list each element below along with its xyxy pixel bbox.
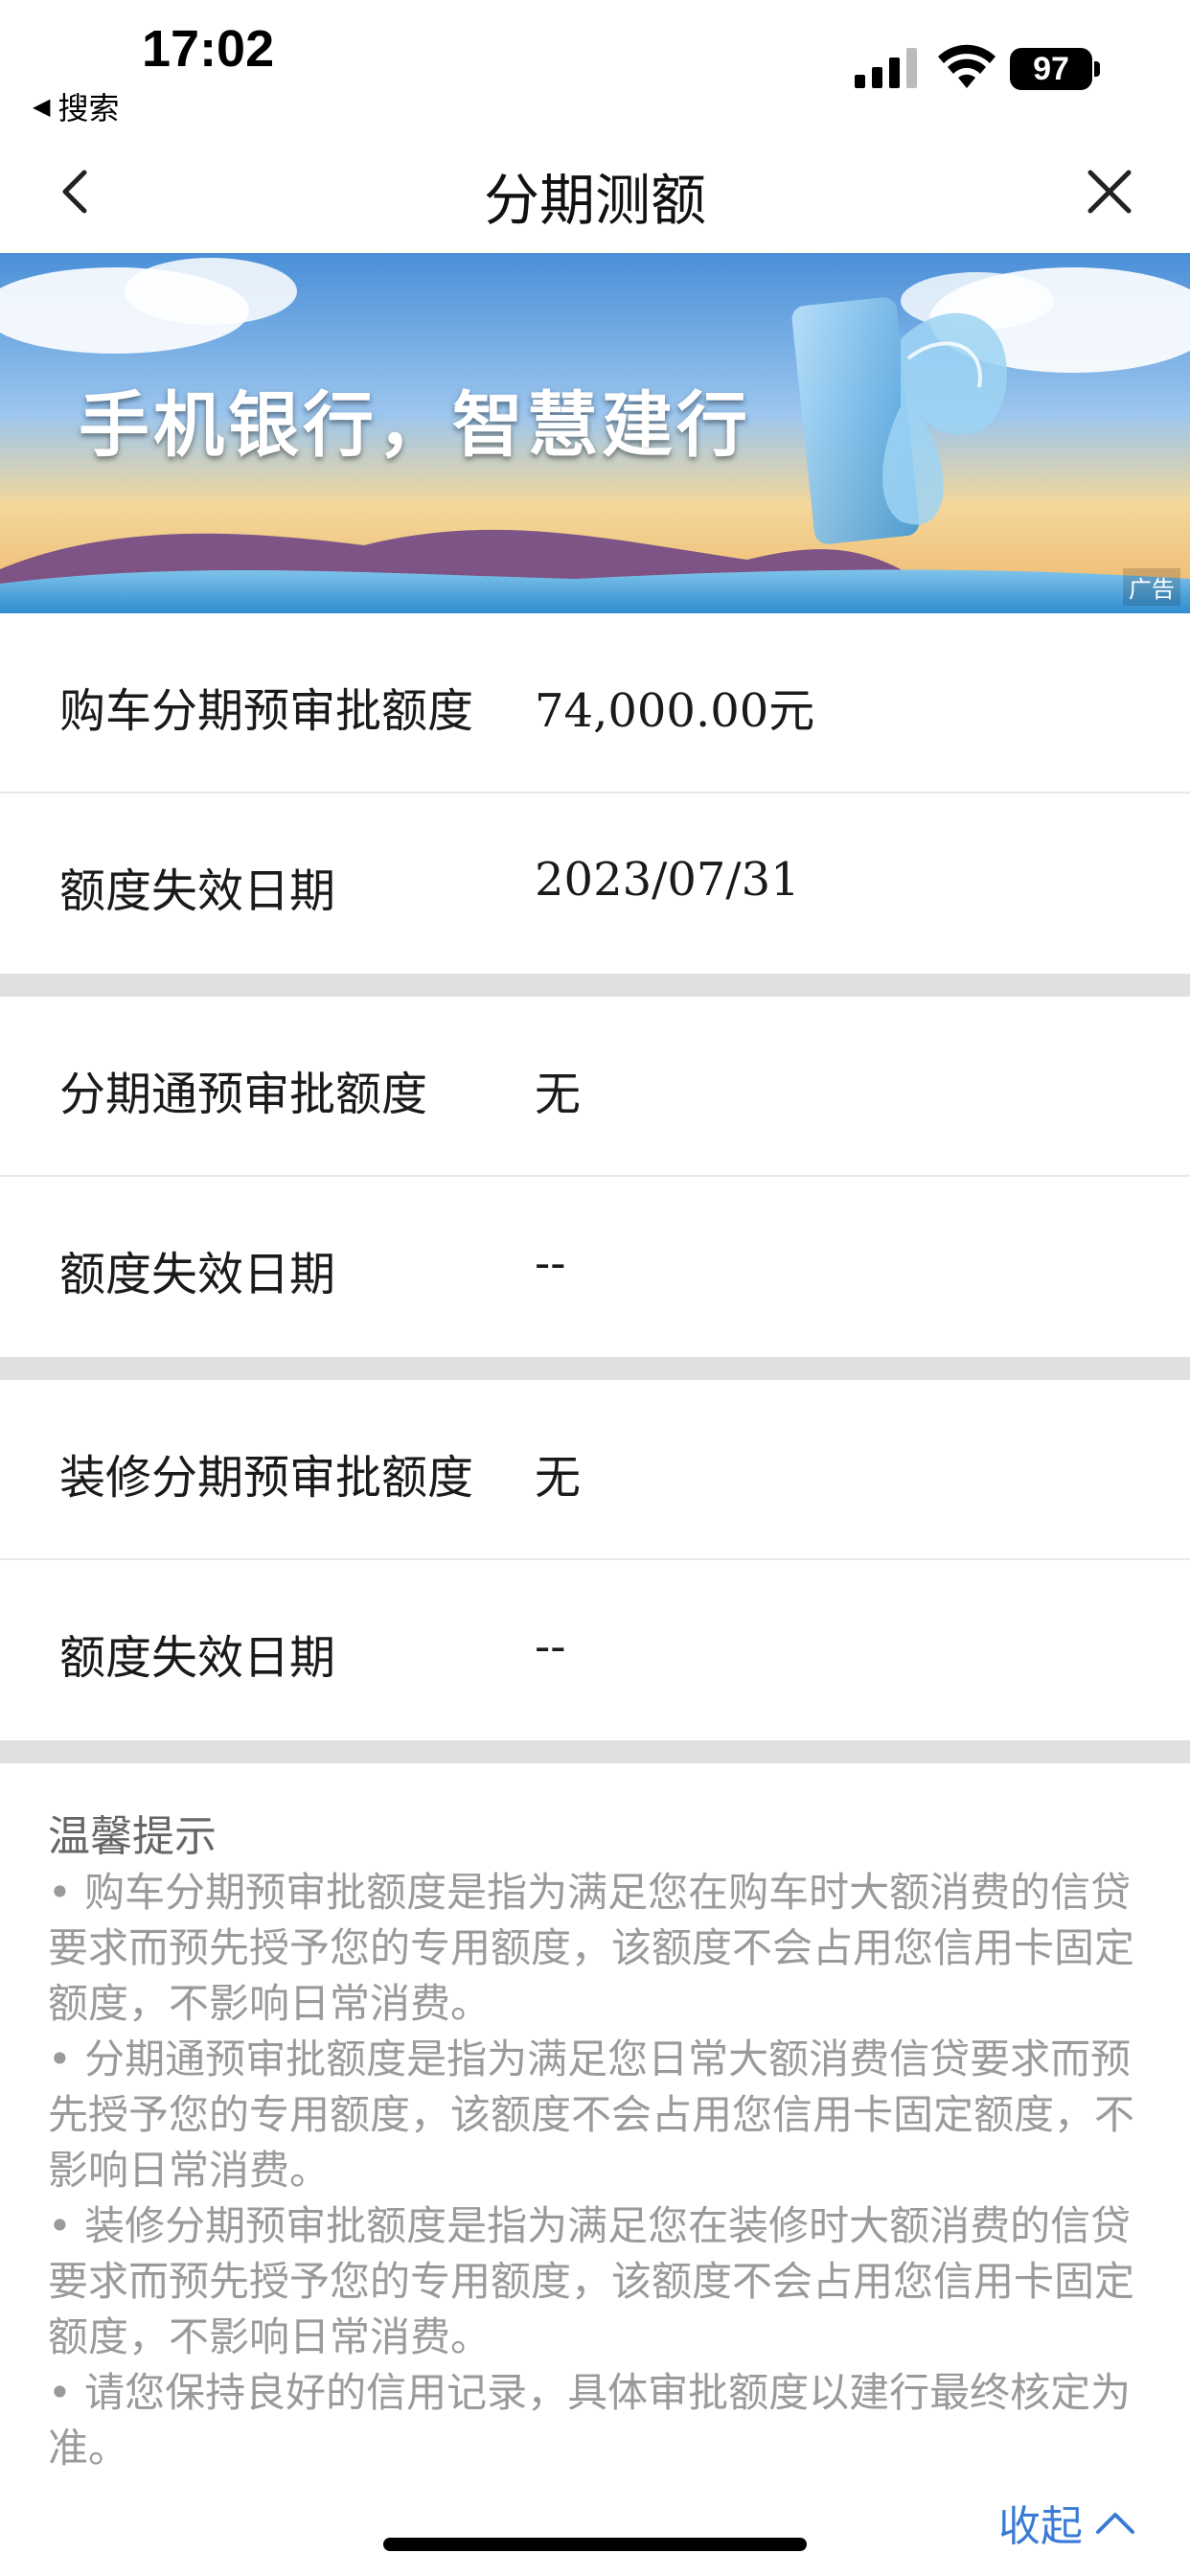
- battery-level: 97: [1010, 48, 1092, 90]
- row-label: 额度失效日期: [59, 864, 336, 918]
- collapse-button[interactable]: 收起: [998, 2492, 1136, 2553]
- banner-slogan: 手机银行，智慧建行: [79, 384, 751, 467]
- page-title: 分期测额: [483, 168, 706, 233]
- tip-item: • 分期通预审批额度是指为满足您日常大额消费信贷要求而预先授予您的专用额度，该额…: [48, 2036, 1135, 2194]
- section-divider: [0, 1740, 1190, 1763]
- row-value: 2023/07/31: [535, 853, 800, 907]
- row-label: 分期通预审批额度: [59, 1068, 428, 1121]
- nav-bar: 分期测额: [0, 134, 1190, 253]
- list-item: 装修分期预审批额度 无: [0, 1380, 1190, 1560]
- tips-section: 温馨提示 • 购车分期预审批额度是指为满足您在购车时大额消费的信贷要求而预先授予…: [48, 1809, 1150, 2476]
- back-to-app-label: 搜索: [57, 90, 120, 126]
- row-value: --: [535, 1620, 566, 1673]
- section-divider: [0, 974, 1190, 997]
- row-label: 额度失效日期: [59, 1248, 336, 1301]
- battery-icon: 97: [1010, 48, 1102, 90]
- car-installment-group: 购车分期预审批额度 74,000.00元 额度失效日期 2023/07/31: [0, 613, 1190, 974]
- row-value: 无: [535, 1451, 582, 1505]
- collapse-label: 收起: [998, 2502, 1083, 2551]
- row-value: --: [535, 1236, 566, 1290]
- signal-icon: [855, 48, 917, 88]
- tip-item: • 装修分期预审批额度是指为满足您在装修时大额消费的信贷要求而预先授予您的专用额…: [48, 2202, 1135, 2360]
- list-item: 购车分期预审批额度 74,000.00元: [0, 613, 1190, 794]
- tip-item: • 购车分期预审批额度是指为满足您在购车时大额消费的信贷要求而预先授予您的专用额…: [48, 1869, 1135, 2027]
- row-label: 装修分期预审批额度: [59, 1451, 474, 1505]
- ad-label: 广告: [1123, 568, 1180, 606]
- row-value: 74,000.00元: [535, 684, 815, 738]
- row-label: 额度失效日期: [59, 1631, 336, 1685]
- renovation-installment-group: 装修分期预审批额度 无 额度失效日期 --: [0, 1380, 1190, 1740]
- list-item: 额度失效日期 --: [0, 1177, 1190, 1357]
- list-item: 分期通预审批额度 无: [0, 997, 1190, 1177]
- tip-item: • 请您保持良好的信用记录，具体审批额度以建行最终核定为准。: [48, 2369, 1132, 2472]
- quota-list: 购车分期预审批额度 74,000.00元 额度失效日期 2023/07/31 分…: [0, 613, 1190, 1763]
- back-to-app-button[interactable]: ◀ 搜索: [33, 84, 119, 128]
- back-triangle-icon: ◀: [33, 93, 51, 120]
- status-time: 17:02: [142, 20, 275, 78]
- battery-nub: [1094, 61, 1100, 77]
- status-bar: 17:02 ◀ 搜索 97: [0, 0, 1190, 134]
- list-item: 额度失效日期 2023/07/31: [0, 794, 1190, 974]
- ad-banner[interactable]: 手机银行，智慧建行 广告: [0, 253, 1190, 613]
- close-icon[interactable]: [1081, 163, 1138, 220]
- list-item: 额度失效日期 --: [0, 1560, 1190, 1740]
- tips-title: 温馨提示: [48, 1812, 217, 1861]
- chevron-up-icon: [1096, 2513, 1134, 2534]
- row-value: 无: [535, 1068, 582, 1121]
- section-divider: [0, 1357, 1190, 1380]
- row-label: 购车分期预审批额度: [59, 684, 474, 738]
- wifi-icon: [938, 44, 995, 88]
- home-indicator[interactable]: [383, 2538, 807, 2551]
- general-installment-group: 分期通预审批额度 无 额度失效日期 --: [0, 997, 1190, 1357]
